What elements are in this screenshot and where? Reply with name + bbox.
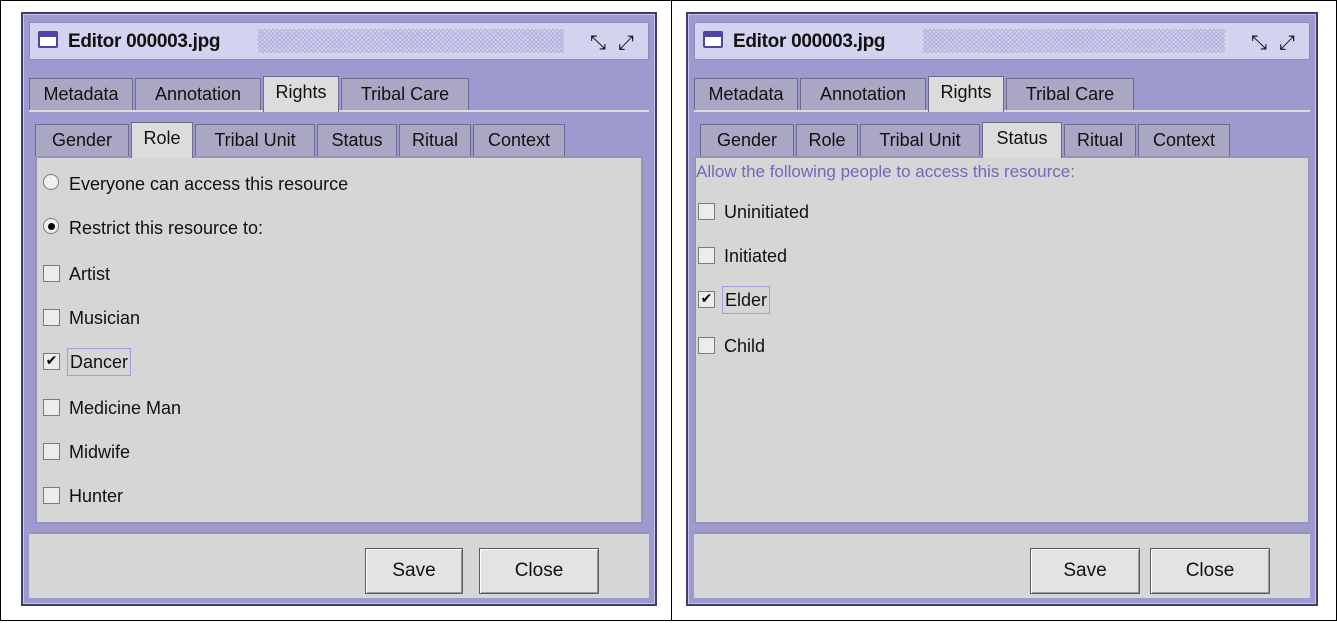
checkbox[interactable] <box>43 487 60 504</box>
subtab-tribal-unit[interactable]: Tribal Unit <box>860 124 980 156</box>
tab-annotation[interactable]: Annotation <box>135 78 261 110</box>
subtab-context[interactable]: Context <box>1138 124 1230 156</box>
checkbox-label: Dancer <box>67 348 132 376</box>
subtab-context[interactable]: Context <box>473 124 565 156</box>
checkbox-checked[interactable]: ✔ <box>698 291 715 308</box>
checkbox-label: Elder <box>722 286 771 314</box>
tab-metadata[interactable]: Metadata <box>694 78 798 110</box>
checkbox-label: Medicine Man <box>69 398 182 418</box>
checkbox-label: Initiated <box>724 246 788 266</box>
title-grip <box>258 29 564 53</box>
subtab-gender[interactable]: Gender <box>35 124 129 156</box>
radio-label: Everyone can access this resource <box>69 174 349 194</box>
radio-label: Restrict this resource to: <box>69 218 264 238</box>
access-hint-text: Allow the following people to access thi… <box>696 162 1075 181</box>
title-bar[interactable]: Editor 000003.jpg ⤡ ⤢ <box>29 22 649 60</box>
window-icon <box>38 31 58 48</box>
title-bar[interactable]: Editor 000003.jpg ⤡ ⤢ <box>694 22 1310 60</box>
editor-window: Editor 000003.jpg ⤡ ⤢ Metadata Annotatio… <box>21 12 657 606</box>
window-title: Editor 000003.jpg <box>733 31 886 52</box>
tab-tribal-care[interactable]: Tribal Care <box>1006 78 1134 110</box>
button-bar: Save Close <box>29 532 649 598</box>
checkbox-label: Hunter <box>69 486 124 506</box>
subtab-ritual[interactable]: Ritual <box>1064 124 1136 156</box>
role-panel: Everyone can access this resource Restri… <box>35 156 643 524</box>
checkbox-label: Artist <box>69 264 111 284</box>
checkbox[interactable] <box>43 399 60 416</box>
checkbox-label: Uninitiated <box>724 202 810 222</box>
minimize-icon[interactable]: ⤡ <box>586 30 610 54</box>
checkbox[interactable] <box>698 337 715 354</box>
tab-rights[interactable]: Rights <box>928 76 1004 112</box>
subtab-status[interactable]: Status <box>317 124 397 156</box>
maximize-icon[interactable]: ⤢ <box>1275 30 1299 54</box>
checkbox[interactable] <box>43 443 60 460</box>
checkbox-label: Child <box>724 336 766 356</box>
checkbox-label: Midwife <box>69 442 131 462</box>
minimize-icon[interactable]: ⤡ <box>1247 30 1271 54</box>
screenshot-panel-right: Editor 000003.jpg ⤡ ⤢ Metadata Annotatio… <box>671 0 1337 621</box>
maximize-icon[interactable]: ⤢ <box>614 30 638 54</box>
save-button[interactable]: Save <box>365 548 463 594</box>
tab-divider <box>29 110 649 112</box>
tab-tribal-care[interactable]: Tribal Care <box>341 78 469 110</box>
screenshot-panel-left: Editor 000003.jpg ⤡ ⤢ Metadata Annotatio… <box>0 0 672 621</box>
checkbox[interactable] <box>43 265 60 282</box>
radio-button-selected[interactable] <box>43 218 59 234</box>
subtab-tribal-unit[interactable]: Tribal Unit <box>195 124 315 156</box>
tab-rights[interactable]: Rights <box>263 76 339 112</box>
subtab-gender[interactable]: Gender <box>700 124 794 156</box>
checkbox[interactable] <box>698 247 715 264</box>
tab-metadata[interactable]: Metadata <box>29 78 133 110</box>
subtab-role[interactable]: Role <box>131 122 193 158</box>
save-button[interactable]: Save <box>1030 548 1140 594</box>
checkbox[interactable] <box>43 309 60 326</box>
checkbox[interactable] <box>698 203 715 220</box>
checkbox-checked[interactable]: ✔ <box>43 353 60 370</box>
editor-window: Editor 000003.jpg ⤡ ⤢ Metadata Annotatio… <box>686 12 1318 606</box>
subtab-role[interactable]: Role <box>796 124 858 156</box>
title-grip <box>923 29 1225 53</box>
close-button[interactable]: Close <box>1150 548 1270 594</box>
window-icon <box>703 31 723 48</box>
button-bar: Save Close <box>694 532 1310 598</box>
subtab-status[interactable]: Status <box>982 122 1062 158</box>
checkbox-label: Musician <box>69 308 141 328</box>
close-button[interactable]: Close <box>479 548 599 594</box>
window-title: Editor 000003.jpg <box>68 31 221 52</box>
radio-button[interactable] <box>43 174 59 190</box>
tab-annotation[interactable]: Annotation <box>800 78 926 110</box>
subtab-ritual[interactable]: Ritual <box>399 124 471 156</box>
status-panel: Allow the following people to access thi… <box>694 156 1310 524</box>
